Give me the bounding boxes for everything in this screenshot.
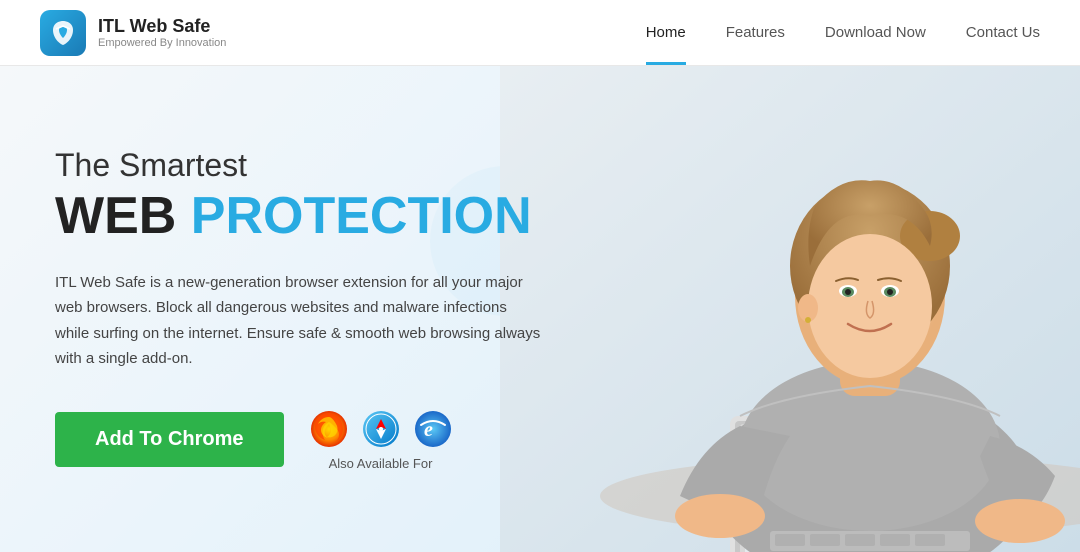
- headline-blue: PROTECTION: [191, 187, 532, 245]
- browser-icons-row: e: [308, 408, 454, 450]
- add-to-chrome-button[interactable]: Add To Chrome: [55, 412, 284, 467]
- logo-subtitle: Empowered By Innovation: [98, 37, 226, 49]
- also-available-label: Also Available For: [329, 456, 433, 471]
- hero-headline: WEB PROTECTION: [55, 188, 545, 245]
- hero-content: The Smartest WEB PROTECTION ITL Web Safe…: [0, 147, 545, 470]
- logo-icon: [40, 10, 86, 56]
- safari-icon: [360, 408, 402, 450]
- header: ITL Web Safe Empowered By Innovation Hom…: [0, 0, 1080, 66]
- hero-section: The Smartest WEB PROTECTION ITL Web Safe…: [0, 66, 1080, 552]
- browser-icons-group: e Also Available For: [308, 408, 454, 471]
- hero-description: ITL Web Safe is a new-generation browser…: [55, 270, 545, 372]
- ie-icon: e: [412, 408, 454, 450]
- headline-black: WEB: [55, 187, 191, 245]
- nav-item-home[interactable]: Home: [646, 0, 686, 65]
- cta-row: Add To Chrome: [55, 408, 545, 471]
- hero-image: [500, 66, 1080, 552]
- main-nav: Home Features Download Now Contact Us: [646, 0, 1040, 65]
- nav-item-download[interactable]: Download Now: [825, 0, 926, 65]
- logo-area: ITL Web Safe Empowered By Innovation: [40, 10, 226, 56]
- nav-item-features[interactable]: Features: [726, 0, 785, 65]
- nav-item-contact[interactable]: Contact Us: [966, 0, 1040, 65]
- firefox-icon: [308, 408, 350, 450]
- logo-text-block: ITL Web Safe Empowered By Innovation: [98, 16, 226, 49]
- hero-tagline: The Smartest: [55, 147, 545, 184]
- logo-title: ITL Web Safe: [98, 16, 226, 37]
